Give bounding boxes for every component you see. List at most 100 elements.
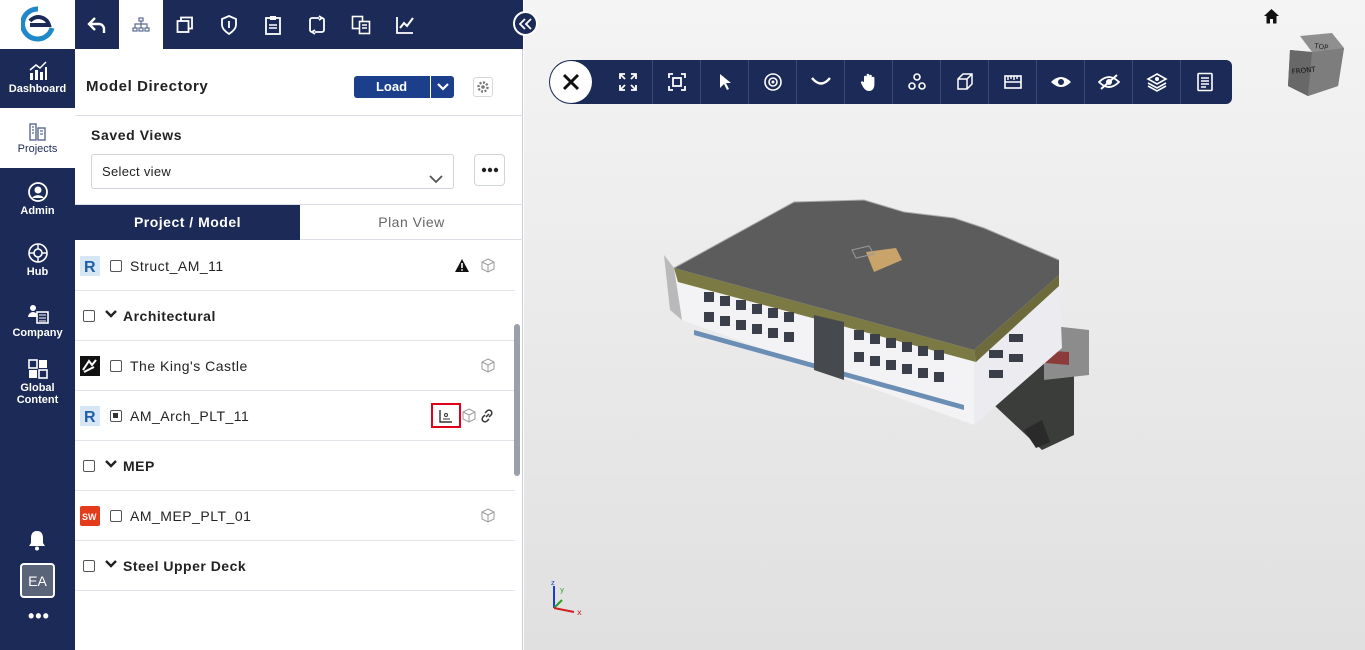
back-button[interactable] [75,0,119,49]
model-checkbox[interactable] [110,510,122,522]
copy-button[interactable] [163,0,207,49]
load-button[interactable]: Load [354,76,454,98]
user-avatar[interactable]: EA [20,563,55,598]
viewcube[interactable]: TOP FRONT [1286,30,1348,102]
hand-pan-icon [860,73,874,91]
sync-button[interactable] [295,0,339,49]
warning-icon[interactable] [454,258,470,274]
group-checkbox[interactable] [83,560,95,572]
model-row[interactable]: SW AM_MEP_PLT_01 [75,491,515,541]
chevron-down-icon[interactable] [105,559,117,569]
building-model [664,199,1089,450]
saved-views-select[interactable]: Select view [91,154,454,189]
group-name: Steel Upper Deck [123,558,247,574]
home-icon[interactable] [1263,8,1280,25]
chevron-down-icon[interactable] [105,459,117,469]
model-checkbox[interactable] [110,360,122,372]
3d-cube-icon[interactable] [480,358,496,374]
collapse-panel-button[interactable] [513,11,538,36]
layers-button[interactable] [1132,60,1180,104]
group-row[interactable]: Steel Upper Deck [75,541,515,591]
model-name: AM_Arch_PLT_11 [130,408,250,424]
saved-views-value: Select view [102,164,172,179]
nav-dashboard-label: Dashboard [8,83,67,95]
3d-cube-icon[interactable] [480,258,496,274]
tab-plan-view[interactable]: Plan View [300,205,523,240]
undo-arrow-icon [87,16,106,33]
chart-check-icon [396,16,414,34]
link-icon[interactable] [479,408,495,424]
svg-text:SW: SW [82,512,97,522]
tab-project-model[interactable]: Project / Model [75,205,300,240]
nav-company[interactable]: Company [0,292,75,350]
group-checkbox[interactable] [83,460,95,472]
close-viewer-button[interactable] [550,61,592,103]
cursor-arrow-icon [719,74,731,90]
nav-more-menu[interactable]: ••• [28,606,50,627]
section-box-button[interactable] [940,60,988,104]
explode-model-icon [907,73,926,90]
look-button[interactable] [796,60,844,104]
model-row[interactable]: R AM_Arch_PLT_11 [75,391,515,441]
model-row[interactable]: The King's Castle [75,341,515,391]
orbit-button[interactable] [748,60,796,104]
analytics-button[interactable] [383,0,427,49]
nav-admin[interactable]: Admin [0,170,75,228]
panel-scrollbar[interactable] [514,324,520,476]
global-content-icon [27,359,48,379]
app-logo[interactable] [0,0,75,49]
group-row[interactable]: Architectural [75,291,515,341]
pan-button[interactable] [844,60,892,104]
model-checkbox[interactable] [110,410,122,422]
svg-text:R: R [84,409,96,426]
model-checkbox[interactable] [110,260,122,272]
nav-dashboard[interactable]: Dashboard [0,49,75,107]
compare-button[interactable] [339,0,383,49]
chevron-down-icon[interactable] [105,309,117,319]
revit-file-icon: R [80,256,100,276]
logo-icon [20,5,54,41]
section-box-icon [956,73,973,90]
3d-cube-icon[interactable] [461,408,477,424]
solidworks-file-icon: SW [80,506,100,526]
measure-ruler-icon [1003,75,1022,89]
shield-button[interactable] [207,0,251,49]
load-dropdown-chevron-icon[interactable] [430,76,454,98]
viewer-toolbar [549,60,1232,104]
panel-toolbar [75,0,523,49]
fit-to-view-icon [667,73,686,91]
nav-projects[interactable]: Projects [0,108,75,168]
settings-gear-icon[interactable] [473,77,493,97]
fullscreen-button[interactable] [604,60,652,104]
eye-icon [1050,77,1071,87]
explode-button[interactable] [892,60,940,104]
nav-global-content[interactable]: Global Content [0,352,75,412]
orbit-icon [763,73,782,91]
nav-hub[interactable]: Hub [0,231,75,289]
3d-viewer[interactable]: TOP FRONT y z x [524,0,1365,650]
model-tree-button[interactable] [119,0,163,49]
floor-plan-icon[interactable] [438,408,454,424]
group-name: Architectural [123,308,216,324]
model-name: Struct_AM_11 [130,258,224,274]
rfi-button[interactable] [251,0,295,49]
properties-button[interactable] [1180,60,1228,104]
show-button[interactable] [1036,60,1084,104]
fit-view-button[interactable] [652,60,700,104]
hub-icon [27,243,48,263]
nav-projects-label: Projects [17,143,58,155]
compare-sheets-icon [351,15,371,34]
more-dots-icon [481,167,498,173]
select-button[interactable] [700,60,748,104]
measure-button[interactable] [988,60,1036,104]
model-name: AM_MEP_PLT_01 [130,508,252,524]
sketchup-file-icon [80,356,100,376]
axis-z-label: z [551,580,555,587]
notifications-bell-icon[interactable] [27,529,47,556]
3d-cube-icon[interactable] [480,508,496,524]
group-row[interactable]: MEP [75,441,515,491]
model-row[interactable]: R Struct_AM_11 [75,241,515,291]
hide-button[interactable] [1084,60,1132,104]
group-checkbox[interactable] [83,310,95,322]
saved-views-more-button[interactable] [474,154,505,186]
